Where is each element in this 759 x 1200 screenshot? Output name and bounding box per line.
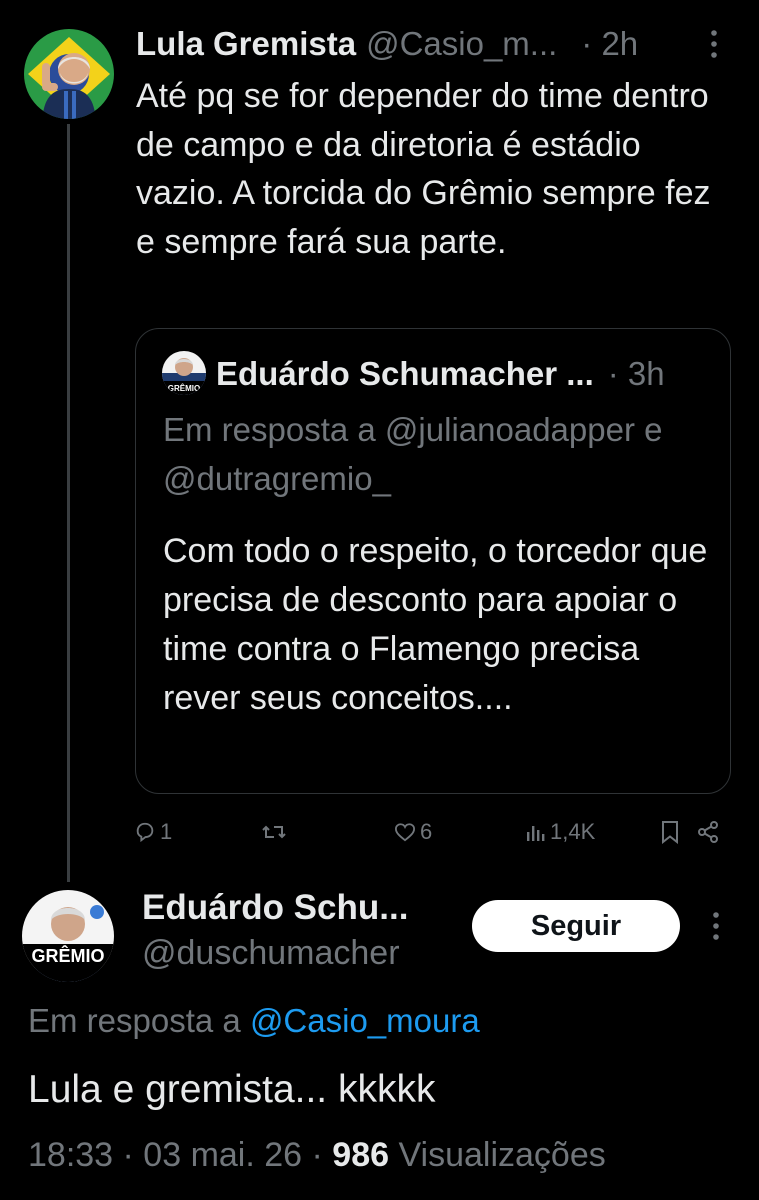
like-button[interactable]: 6 xyxy=(394,812,432,852)
more-icon[interactable] xyxy=(712,910,720,942)
main-avatar-badge: GRÊMIO xyxy=(31,945,104,966)
views-count[interactable]: 986 xyxy=(332,1136,389,1174)
reply-mention-link[interactable]: @Casio_moura xyxy=(250,1002,480,1039)
tweet-action-bar: 1 6 1,4K xyxy=(130,812,750,852)
tweet-text: Até pq se for depender do time dentro de… xyxy=(136,77,711,261)
thread-connector-line xyxy=(67,124,70,882)
retweet-button[interactable] xyxy=(262,812,290,852)
quoted-reply-context: Em resposta a @julianoadapper e @dutragr… xyxy=(163,411,663,497)
reply-context-prefix: Em resposta a xyxy=(28,1002,250,1039)
reply-icon xyxy=(136,822,154,843)
quoted-author-avatar: GRÊMIO xyxy=(162,351,206,395)
tweet-metadata: 18:33 · 03 mai. 26 · 986 Visualizações xyxy=(28,1136,606,1175)
follow-button[interactable]: Seguir xyxy=(472,900,680,952)
quoted-tweet-text: Com todo o respeito, o torcedor que prec… xyxy=(163,532,708,717)
more-icon[interactable] xyxy=(710,28,718,60)
views-count: 1,4K xyxy=(550,819,596,844)
quoted-avatar-badge: GRÊMIO xyxy=(168,384,200,393)
quoted-tweet-card[interactable]: GRÊMIO Eduárdo Schumacher ... · 3h Em re… xyxy=(135,328,731,794)
views-button[interactable]: 1,4K xyxy=(526,812,595,852)
retweet-icon xyxy=(262,825,286,839)
reply-button[interactable]: 1 xyxy=(134,812,172,852)
main-author-avatar[interactable]: GRÊMIO xyxy=(22,890,114,982)
like-count: 6 xyxy=(420,819,433,844)
views-label: Visualizações xyxy=(389,1136,606,1174)
bookmark-icon xyxy=(662,821,678,844)
tweet-time[interactable]: · 2h xyxy=(581,25,638,63)
main-author-name[interactable]: Eduárdo Schu... xyxy=(142,888,408,928)
quoted-tweet-time[interactable]: · 3h xyxy=(608,355,665,393)
author-handle[interactable]: @Casio_m... xyxy=(366,25,557,63)
bookmark-button[interactable] xyxy=(660,812,680,852)
quoted-author-name[interactable]: Eduárdo Schumacher ... xyxy=(216,355,594,393)
views-icon xyxy=(527,826,545,841)
author-avatar[interactable] xyxy=(24,29,114,119)
author-name[interactable]: Lula Gremista xyxy=(136,25,356,63)
share-button[interactable] xyxy=(696,812,720,852)
main-author-handle[interactable]: @duschumacher xyxy=(142,934,400,973)
tweet-timestamp[interactable]: 18:33 · 03 mai. 26 · xyxy=(28,1136,332,1174)
main-tweet-text: Lula e gremista... kkkkk xyxy=(28,1068,436,1111)
reply-context: Em resposta a @Casio_moura xyxy=(28,1002,480,1040)
reply-count: 1 xyxy=(160,819,173,844)
quoted-tweet-header: Eduárdo Schumacher ... · 3h xyxy=(216,351,716,397)
like-icon xyxy=(394,823,416,842)
share-icon xyxy=(698,821,718,843)
reply-tweet-header: Lula Gremista @Casio_m... · 2h xyxy=(136,24,748,64)
